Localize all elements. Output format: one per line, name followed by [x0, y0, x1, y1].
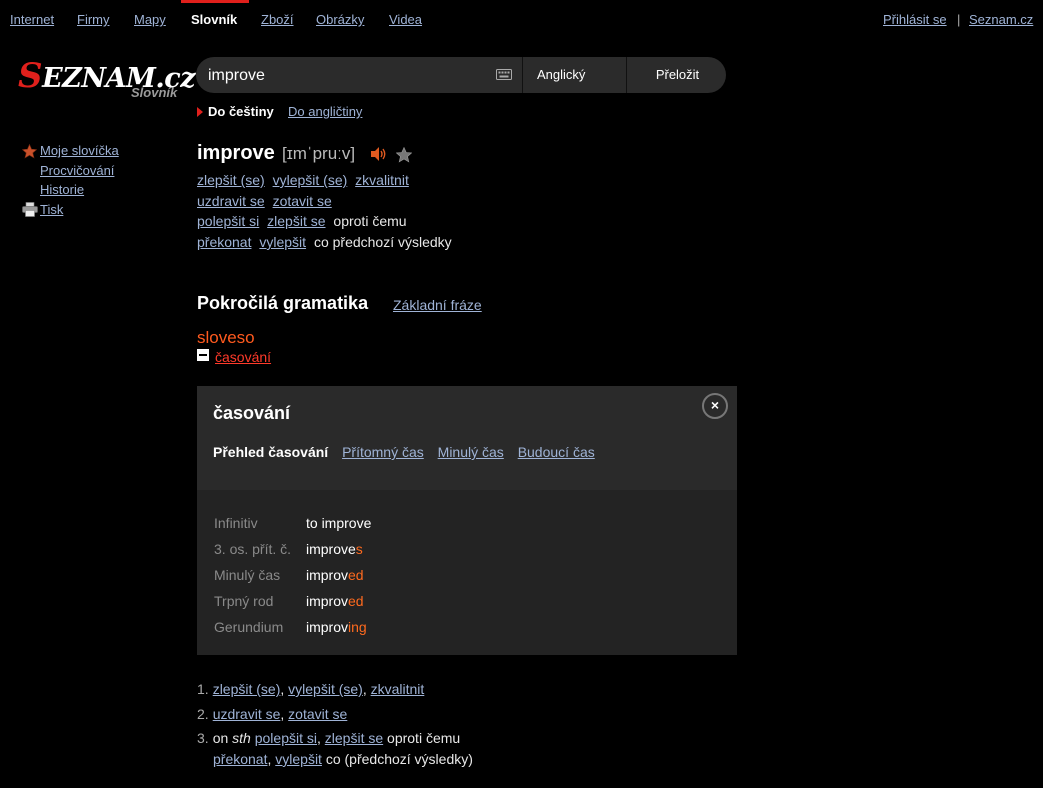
translation-link[interactable]: polepšit si — [197, 213, 259, 229]
definition-link[interactable]: vylepšit — [275, 751, 322, 767]
direction-to-english[interactable]: Do angličtiny — [288, 104, 362, 119]
conjugation-panel: časování × Přehled časování Přítomný čas… — [197, 386, 737, 655]
row-label: Trpný rod — [214, 593, 274, 609]
pronunciation: [ɪmˈpruːv] — [282, 144, 356, 163]
search-input[interactable] — [206, 65, 490, 87]
translation-line-4: překonat vylepšit co předchozí výsledky — [197, 234, 452, 250]
conjugation-tabs: Přehled časování Přítomný čas Minulý čas… — [213, 444, 605, 460]
translation-link[interactable]: zotavit se — [273, 193, 332, 209]
definition-link[interactable]: zkvalitnit — [371, 681, 425, 697]
favorite-star-icon[interactable] — [396, 147, 412, 163]
translation-line-1: zlepšit (se) vylepšit (se) zkvalitnit — [197, 172, 413, 188]
translation-link[interactable]: zlepšit se — [267, 213, 325, 229]
basic-phrases-link[interactable]: Základní fráze — [393, 297, 482, 313]
nav-obrazky[interactable]: Obrázky — [316, 12, 364, 27]
nav-internet[interactable]: Internet — [10, 12, 54, 27]
translation-line-3: polepšit si zlepšit se oproti čemu — [197, 213, 407, 229]
tab-future[interactable]: Budoucí čas — [518, 444, 595, 460]
nav-mapy[interactable]: Mapy — [134, 12, 166, 27]
row-label: Minulý čas — [214, 567, 281, 583]
advanced-grammar-title: Pokročilá gramatika — [197, 293, 369, 313]
definition-item-1: 1. zlepšit (se), vylepšit (se), zkvalitni… — [197, 681, 425, 697]
row-value: improving — [306, 619, 367, 635]
row-label: Infinitiv — [214, 515, 258, 531]
nav-videa[interactable]: Videa — [389, 12, 422, 27]
keyboard-icon[interactable] — [496, 67, 512, 81]
direction-to-czech[interactable]: Do češtiny — [208, 104, 274, 119]
home-link[interactable]: Seznam.cz — [969, 12, 1033, 27]
row-value: improved — [306, 567, 364, 583]
headword: improve — [197, 142, 275, 164]
row-label: Gerundium — [214, 619, 284, 635]
translation-link[interactable]: překonat — [197, 234, 251, 250]
translation-link[interactable]: zkvalitnit — [355, 172, 409, 188]
definition-link[interactable]: překonat — [213, 751, 267, 767]
nav-firmy[interactable]: Firmy — [77, 12, 110, 27]
printer-icon — [22, 202, 38, 217]
definition-link[interactable]: zotavit se — [288, 706, 347, 722]
tab-present[interactable]: Přítomný čas — [342, 444, 424, 460]
definition-link[interactable]: zlepšit se — [325, 730, 383, 746]
translation-note: oproti čemu — [333, 213, 407, 229]
panel-title: časování — [213, 403, 291, 423]
direction-arrow-icon — [197, 107, 203, 117]
row-value: improved — [306, 593, 364, 609]
translation-line-2: uzdravit se zotavit se — [197, 193, 336, 209]
close-button[interactable]: × — [702, 393, 728, 419]
top-navigation: Internet Firmy Mapy Slovník Zboží Obrázk… — [0, 0, 1043, 36]
speaker-icon[interactable] — [370, 146, 388, 162]
part-of-speech: sloveso — [197, 328, 255, 347]
translation-note: co předchozí výsledky — [313, 234, 452, 250]
definition-link[interactable]: vylepšit (se) — [288, 681, 363, 697]
sidebar-my-words[interactable]: Moje slovíčka — [40, 143, 119, 158]
definition-link[interactable]: polepšit si — [255, 730, 317, 746]
sidebar-history[interactable]: Historie — [40, 182, 84, 197]
tab-overview[interactable]: Přehled časování — [213, 444, 328, 460]
definition-item-2: 2. uzdravit se, zotavit se — [197, 706, 348, 722]
active-tab-indicator — [181, 0, 249, 3]
tab-past[interactable]: Minulý čas — [438, 444, 504, 460]
language-select[interactable]: Anglický — [522, 57, 626, 93]
translate-button[interactable]: Přeložit — [626, 57, 726, 93]
definition-link[interactable]: zlepšit (se) — [213, 681, 281, 697]
collapse-icon[interactable] — [197, 349, 209, 361]
definition-link[interactable]: uzdravit se — [213, 706, 281, 722]
translation-link[interactable]: vylepšit — [259, 234, 306, 250]
login-link[interactable]: Přihlásit se — [883, 12, 947, 27]
logo-subtitle: Slovník — [131, 85, 178, 100]
nav-zbozi[interactable]: Zboží — [261, 12, 294, 27]
translation-link[interactable]: zlepšit (se) — [197, 172, 265, 188]
nav-separator: | — [957, 12, 961, 27]
row-value: to improve — [306, 515, 372, 531]
definition-item-3-continued: překonat, vylepšit co (předchozí výsledk… — [213, 751, 473, 767]
translation-link[interactable]: uzdravit se — [197, 193, 265, 209]
search-bar: Anglický Přeložit — [196, 57, 726, 93]
nav-slovnik[interactable]: Slovník — [191, 12, 237, 27]
row-label: 3. os. přít. č. — [214, 541, 292, 557]
seznam-slovnik-logo[interactable]: SEZNAM.cz Slovník — [18, 56, 196, 106]
definition-item-3: 3. on sth polepšit si, zlepšit se oproti … — [197, 730, 461, 746]
star-icon — [22, 144, 37, 159]
sidebar-print[interactable]: Tisk — [40, 202, 63, 217]
row-value: improves — [306, 541, 363, 557]
conjugation-toggle[interactable]: časování — [215, 349, 271, 365]
sidebar-practice[interactable]: Procvičování — [40, 163, 114, 178]
translation-link[interactable]: vylepšit (se) — [273, 172, 348, 188]
